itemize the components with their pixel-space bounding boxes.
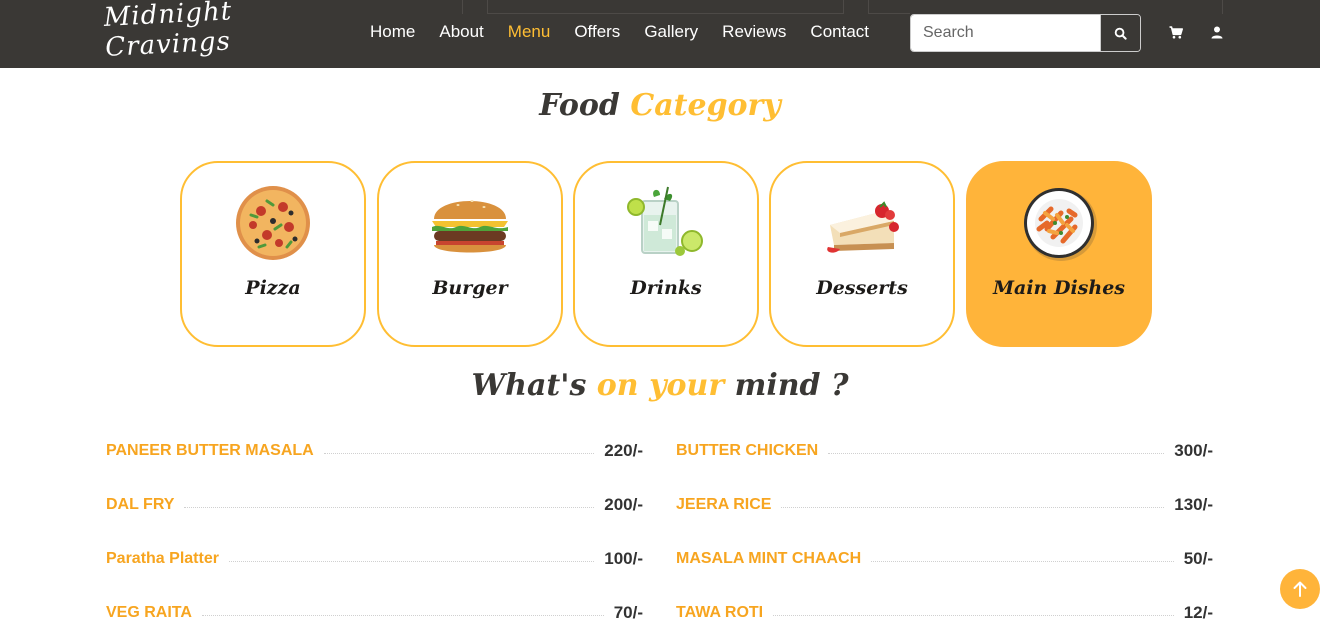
menu-item-name: MASALA MINT CHAACH bbox=[676, 550, 862, 567]
menu-item-name: PANEER BUTTER MASALA bbox=[106, 442, 314, 459]
category-card-pizza[interactable]: Pizza bbox=[180, 161, 366, 347]
menu-item: VEG RAITA 70/- bbox=[106, 601, 643, 625]
category-label: Drinks bbox=[630, 277, 702, 299]
menu-item: TAWA ROTI 12/- bbox=[676, 601, 1213, 625]
cart-button[interactable] bbox=[1168, 24, 1184, 40]
desserts-image bbox=[827, 201, 899, 253]
menu-item-leader bbox=[871, 560, 1174, 562]
nav-contact[interactable]: Contact bbox=[810, 22, 869, 42]
menu-item-leader bbox=[323, 452, 595, 454]
search-form bbox=[910, 14, 1141, 52]
menu-item-price: 100/- bbox=[604, 549, 643, 568]
category-label: Pizza bbox=[245, 277, 301, 299]
arrow-up-icon bbox=[1293, 581, 1307, 597]
mind-title-part1: What's bbox=[471, 368, 587, 403]
scroll-to-top-button[interactable] bbox=[1280, 569, 1320, 609]
category-label: Desserts bbox=[816, 277, 908, 299]
nav-about[interactable]: About bbox=[439, 22, 483, 42]
nav-reviews[interactable]: Reviews bbox=[722, 22, 786, 42]
menu-item-name: VEG RAITA bbox=[106, 604, 192, 621]
menu-item-name: JEERA RICE bbox=[676, 496, 772, 513]
nav-gallery[interactable]: Gallery bbox=[644, 22, 698, 42]
menu-item-price: 50/- bbox=[1183, 549, 1213, 568]
menu-item-leader bbox=[228, 560, 595, 562]
food-category-title: Food Category bbox=[0, 88, 1320, 123]
menu-item-leader bbox=[773, 614, 1174, 616]
mind-title-part2: on your bbox=[596, 368, 725, 403]
menu-item: PANEER BUTTER MASALA 220/- bbox=[106, 439, 643, 463]
header-divider bbox=[868, 13, 910, 14]
mind-section-title: What's on your mind ? bbox=[0, 368, 1320, 403]
food-category-title-part1: Food bbox=[539, 88, 620, 123]
header-divider bbox=[487, 13, 843, 14]
menu-item-price: 12/- bbox=[1183, 603, 1213, 622]
user-icon bbox=[1211, 26, 1223, 38]
brand-line2: Cravings bbox=[104, 26, 232, 63]
pizza-image bbox=[236, 186, 310, 260]
cart-icon bbox=[1169, 25, 1183, 38]
category-card-desserts[interactable]: Desserts bbox=[769, 161, 955, 347]
food-category-title-part2: Category bbox=[630, 88, 781, 123]
menu-item-name: TAWA ROTI bbox=[676, 604, 764, 621]
nav-home[interactable]: Home bbox=[370, 22, 415, 42]
menu-item-price: 70/- bbox=[613, 603, 643, 622]
menu-item: DAL FRY 200/- bbox=[106, 493, 643, 517]
menu-item-leader bbox=[201, 614, 604, 616]
nav-offers[interactable]: Offers bbox=[574, 22, 620, 42]
category-card-drinks[interactable]: Drinks bbox=[573, 161, 759, 347]
category-card-burger[interactable]: Burger bbox=[377, 161, 563, 347]
menu-item-leader bbox=[828, 452, 1165, 454]
menu-item-price: 130/- bbox=[1174, 495, 1213, 514]
menu-item-name: Paratha Platter bbox=[106, 550, 219, 567]
menu-item: MASALA MINT CHAACH 50/- bbox=[676, 547, 1213, 571]
header-divider bbox=[843, 0, 844, 14]
menu-item-price: 200/- bbox=[604, 495, 643, 514]
category-card-main-dishes[interactable]: Main Dishes bbox=[966, 161, 1152, 347]
site-header: Midnight Cravings Home About Menu Offers… bbox=[0, 0, 1320, 68]
search-icon bbox=[1114, 27, 1127, 40]
menu-item: JEERA RICE 130/- bbox=[676, 493, 1213, 517]
menu-item-leader bbox=[184, 506, 595, 508]
menu-item-name: BUTTER CHICKEN bbox=[676, 442, 819, 459]
header-divider bbox=[868, 0, 869, 14]
category-label: Burger bbox=[432, 277, 508, 299]
search-button[interactable] bbox=[1100, 15, 1140, 51]
menu-item-price: 300/- bbox=[1174, 441, 1213, 460]
nav-menu[interactable]: Menu bbox=[508, 22, 551, 42]
category-label: Main Dishes bbox=[993, 277, 1125, 299]
main-dishes-image bbox=[1024, 188, 1097, 261]
menu-item: BUTTER CHICKEN 300/- bbox=[676, 439, 1213, 463]
drinks-image bbox=[627, 186, 703, 256]
user-button[interactable] bbox=[1209, 24, 1225, 40]
mind-title-part3: mind ? bbox=[734, 368, 849, 403]
menu-item: Paratha Platter 100/- bbox=[106, 547, 643, 571]
main-nav: Home About Menu Offers Gallery Reviews C… bbox=[370, 22, 893, 42]
burger-image bbox=[432, 200, 508, 253]
header-divider bbox=[1222, 0, 1223, 14]
header-divider bbox=[462, 0, 463, 14]
menu-item-price: 220/- bbox=[604, 441, 643, 460]
header-divider bbox=[487, 0, 488, 14]
menu-item-name: DAL FRY bbox=[106, 496, 175, 513]
menu-item-leader bbox=[781, 506, 1165, 508]
search-input[interactable] bbox=[911, 15, 1100, 51]
brand-logo[interactable]: Midnight Cravings bbox=[103, 0, 234, 63]
